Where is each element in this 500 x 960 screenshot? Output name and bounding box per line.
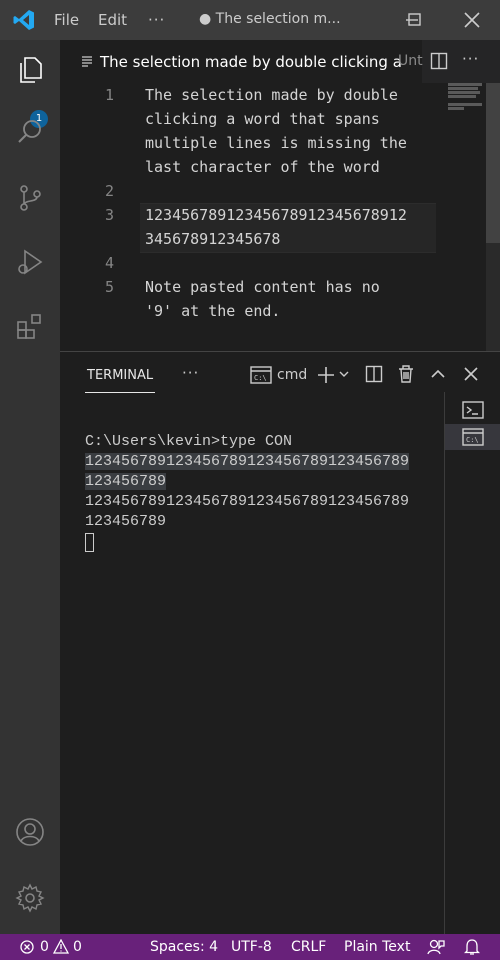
line-number: 2 — [104, 182, 114, 200]
trash-icon[interactable] — [397, 364, 415, 384]
text-file-icon — [82, 56, 92, 67]
warning-icon[interactable] — [53, 939, 69, 954]
editor-line[interactable]: 345678912345678 — [60, 227, 440, 251]
terminal-panel: TERMINAL ··· C:\ cmd C:\Users\kevin>type… — [60, 351, 500, 935]
editor-more-actions[interactable]: ··· — [462, 50, 479, 68]
account-icon[interactable] — [14, 816, 46, 848]
terminal-cursor — [85, 533, 94, 552]
line-text[interactable]: clicking a word that spans — [145, 107, 380, 131]
tab-active-file[interactable]: The selection made by double clicking a — [60, 40, 422, 83]
activity-bar: 1 — [0, 40, 60, 934]
status-encoding[interactable]: UTF-8 — [231, 939, 272, 955]
svg-text:C:\: C:\ — [254, 374, 267, 382]
terminal-line: 123456789 — [85, 513, 167, 530]
line-number: 5 — [104, 278, 114, 296]
editor-area[interactable]: 1 The selection made by double clicking a … — [60, 83, 500, 351]
tab-untitled[interactable]: Unt — [398, 53, 424, 69]
menu-more[interactable]: ··· — [148, 11, 165, 29]
new-terminal-icon[interactable] — [316, 365, 336, 385]
vscode-logo-icon — [13, 10, 34, 30]
line-text[interactable]: Note pasted content has no — [145, 275, 380, 299]
title-bar: File Edit ··· ● The selection m... — [0, 0, 500, 40]
status-indentation[interactable]: Spaces: 4 — [150, 939, 218, 955]
line-text[interactable]: 12345678912345678912345678912 — [145, 203, 407, 227]
feedback-icon[interactable] — [427, 939, 445, 955]
warning-count[interactable]: 0 — [73, 939, 82, 955]
line-text[interactable]: multiple lines is missing the — [145, 131, 407, 155]
terminal-line-selected: 123456789123456789123456789123456789 — [85, 452, 410, 472]
editor-line[interactable]: last character of the word — [60, 155, 440, 179]
terminal-line: 123456789123456789123456789123456789 — [85, 493, 410, 510]
extensions-icon[interactable] — [14, 310, 46, 342]
error-count[interactable]: 0 — [40, 939, 49, 955]
split-editor-icon[interactable] — [430, 52, 448, 70]
tab-terminal-underline — [85, 392, 155, 393]
editor-line[interactable]: 1 The selection made by double — [60, 83, 440, 107]
notifications-bell-icon[interactable] — [464, 938, 480, 956]
terminal-selection: 123456789123456789123456789123456789 — [85, 453, 410, 470]
editor-line[interactable]: multiple lines is missing the — [60, 131, 440, 155]
editor-tab-bar: The selection made by double clicking a … — [60, 40, 500, 83]
editor-line[interactable]: '9' at the end. — [60, 299, 440, 323]
close-panel-icon[interactable] — [463, 366, 479, 382]
editor-line[interactable]: 3 12345678912345678912345678912 — [60, 203, 440, 227]
maximize-icon[interactable] — [402, 8, 426, 32]
split-terminal-icon[interactable] — [365, 365, 383, 383]
editor-line[interactable]: 5 Note pasted content has no — [60, 275, 440, 299]
terminal-cmd-icon: C:\ — [250, 366, 272, 384]
line-text[interactable]: 345678912345678 — [145, 227, 280, 251]
terminal-line: C:\Users\kevin>type CON — [85, 433, 293, 450]
terminal-shell-label[interactable]: cmd — [277, 367, 307, 383]
panel-more[interactable]: ··· — [182, 364, 199, 382]
chevron-down-icon[interactable] — [338, 368, 350, 380]
error-icon[interactable] — [20, 940, 34, 954]
status-eol[interactable]: CRLF — [291, 939, 326, 955]
settings-gear-icon[interactable] — [14, 882, 46, 914]
window-title: ● The selection m... — [199, 11, 341, 27]
source-control-icon[interactable] — [14, 182, 46, 214]
line-text[interactable]: '9' at the end. — [145, 299, 280, 323]
line-text[interactable]: The selection made by double — [145, 83, 398, 107]
status-language[interactable]: Plain Text — [344, 939, 410, 955]
line-text[interactable]: last character of the word — [145, 155, 380, 179]
line-number: 3 — [104, 206, 114, 224]
explorer-icon[interactable] — [14, 54, 46, 86]
tab-terminal[interactable]: TERMINAL — [87, 368, 153, 383]
line-number: 1 — [104, 86, 114, 104]
terminal-tabs-list: C:\ — [444, 392, 500, 935]
minimap[interactable] — [448, 83, 488, 163]
editor-line[interactable]: 2 — [60, 179, 440, 203]
line-number: 4 — [104, 254, 114, 272]
status-bar: 0 0 Spaces: 4 UTF-8 CRLF Plain Text — [0, 934, 500, 960]
search-icon[interactable] — [14, 116, 46, 148]
powershell-terminal-icon[interactable] — [462, 401, 484, 419]
editor-line[interactable]: clicking a word that spans — [60, 107, 440, 131]
close-window-icon[interactable] — [460, 8, 484, 32]
terminal-selection: 123456789 — [85, 473, 167, 490]
tab-label: The selection made by double clicking a — [100, 53, 402, 71]
chevron-up-icon[interactable] — [430, 367, 446, 381]
cmd-terminal-icon: C:\ — [462, 428, 484, 446]
terminal-tab-cmd[interactable]: C:\ — [445, 424, 500, 450]
editor-scrollbar[interactable] — [486, 83, 500, 351]
svg-text:C:\: C:\ — [466, 436, 479, 444]
terminal-line-selected: 123456789 — [85, 472, 167, 492]
menu-file[interactable]: File — [54, 11, 79, 29]
menu-edit[interactable]: Edit — [98, 11, 127, 29]
editor-line[interactable]: 4 — [60, 251, 440, 275]
run-debug-icon[interactable] — [14, 246, 46, 278]
